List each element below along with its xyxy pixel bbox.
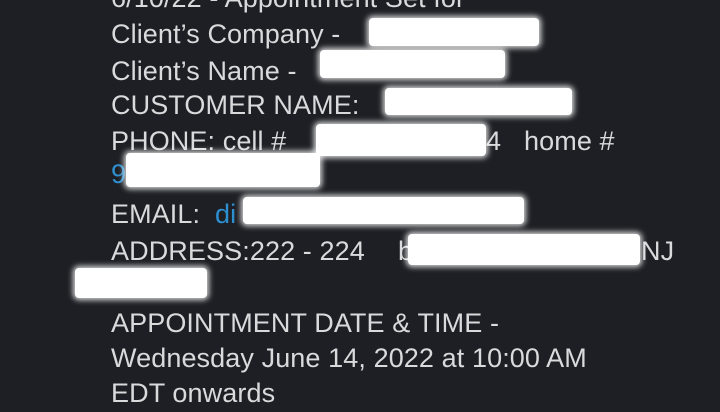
address-label: ADDRESS:222 - 224 <box>111 236 365 266</box>
client-company-label: Client’s Company - <box>111 19 341 49</box>
appointment-suffix: EDT onwards <box>111 378 276 408</box>
redaction-cell-phone <box>316 124 486 156</box>
redaction-client-name <box>320 50 505 78</box>
client-name-label: Client’s Name - <box>111 56 297 86</box>
appointment-date: Wednesday June 14, 2022 at 10:00 AM <box>111 343 587 373</box>
address-state: NJ <box>641 236 675 266</box>
redaction-customer-name <box>385 88 572 115</box>
message-header-line: 6/10/22 - Appointment Set for <box>111 0 465 15</box>
phone-home-label: home # <box>524 126 615 156</box>
redaction-home-phone <box>126 153 320 187</box>
email-label: EMAIL: <box>111 199 201 229</box>
phone-cell-tail: 4 <box>486 126 502 156</box>
appointment-label: APPOINTMENT DATE & TIME - <box>111 308 500 338</box>
redaction-address-line2 <box>75 268 207 298</box>
email-link[interactable]: di <box>215 197 236 231</box>
customer-name-label: CUSTOMER NAME: <box>111 90 360 120</box>
message-body: 6/10/22 - Appointment Set for Client’s C… <box>0 0 720 412</box>
redaction-address <box>408 234 640 265</box>
redaction-email <box>243 197 524 224</box>
redaction-company <box>369 18 539 46</box>
phone-home-link[interactable]: 9 <box>111 157 126 191</box>
